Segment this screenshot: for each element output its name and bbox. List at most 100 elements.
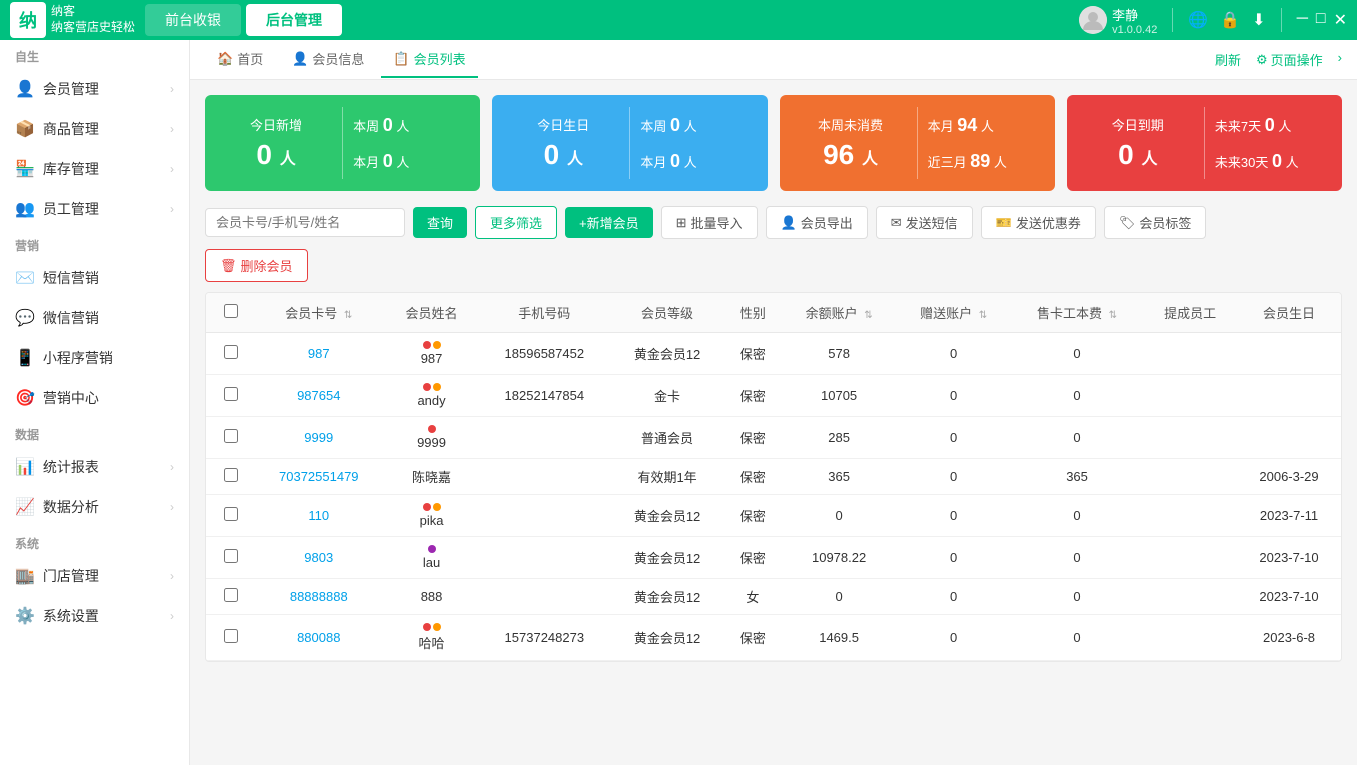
sidebar-item-analysis[interactable]: 📈 数据分析 › [0,487,189,527]
table-row: 99999999普通会员保密28500 [206,417,1341,459]
member-tag-button[interactable]: 🏷 会员标签 [1104,206,1207,239]
table-cell: 0 [896,333,1010,375]
sidebar-item-store[interactable]: 🏬 门店管理 › [0,556,189,596]
tab-member-list[interactable]: 📋 会员列表 [381,41,477,78]
red-dot [423,503,431,511]
table-cell: 0 [896,579,1010,615]
sort-icon-balance: ⇅ [864,310,872,321]
delete-member-button[interactable]: 🗑 删除会员 [205,249,308,282]
member-id[interactable]: 70372551479 [279,469,359,484]
send-sms-button[interactable]: ✉ 发送短信 [876,206,973,239]
search-input[interactable] [205,208,405,237]
sidebar-item-member[interactable]: 👤 会员管理 › [0,69,189,109]
th-member-id: 会员卡号 ⇅ [253,293,385,333]
lock-icon[interactable]: 🔒 [1220,10,1240,30]
table-cell: 保密 [724,417,782,459]
collapse-icon[interactable]: › [1338,50,1342,69]
member-name: 陈晓嘉 [412,467,451,486]
member-id[interactable]: 110 [308,508,329,523]
table-cell: 2006-3-29 [1237,459,1341,495]
table-cell: 黄金会员12 [610,495,724,537]
sidebar-item-report[interactable]: 📊 统计报表 › [0,447,189,487]
table-cell [478,417,610,459]
sidebar-label-analysis: 数据分析 [43,497,99,517]
table-cell: 0 [896,459,1010,495]
member-name-cell: 987 [393,341,471,366]
th-balance: 余额账户 ⇅ [782,293,896,333]
th-birthday: 会员生日 [1237,293,1341,333]
delete-toolbar: 🗑 删除会员 [205,249,1342,282]
table-cell: 保密 [724,495,782,537]
row-checkbox[interactable] [224,468,238,482]
more-filter-button[interactable]: 更多筛选 [475,206,557,239]
sidebar-item-miniapp[interactable]: 📱 小程序营销 [0,338,189,378]
table-cell: 0 [896,375,1010,417]
refresh-button[interactable]: 刷新 [1215,50,1241,69]
member-table-container: 会员卡号 ⇅ 会员姓名 手机号码 会员等级 性别 余额账户 ⇅ 赠送账户 ⇅ 售… [205,292,1342,662]
tab-front[interactable]: 前台收银 [145,4,241,36]
table-cell [1143,615,1237,661]
member-id[interactable]: 987654 [297,388,340,403]
select-all-checkbox[interactable] [224,304,238,318]
maximize-button[interactable]: □ [1316,10,1326,30]
minimize-button[interactable]: ─ [1297,10,1308,30]
member-id[interactable]: 880088 [297,630,340,645]
batch-import-button[interactable]: ⊞ 批量导入 [661,206,758,239]
tab-member-info[interactable]: 👤 会员信息 [280,41,376,78]
th-staff: 提成员工 [1143,293,1237,333]
member-id[interactable]: 88888888 [290,589,348,604]
query-button[interactable]: 查询 [413,207,467,238]
table-body: 98798718596587452黄金会员12保密57800987654andy… [206,333,1341,661]
user-info: 李静 v1.0.0.42 [1079,5,1157,36]
table-cell: 18596587452 [478,333,610,375]
table-row: 110pika黄金会员12保密0002023-7-11 [206,495,1341,537]
sidebar-item-settings[interactable]: ⚙️ 系统设置 › [0,596,189,636]
tab-back[interactable]: 后台管理 [246,4,342,36]
add-member-button[interactable]: +新增会员 [565,207,653,238]
section-system: 系统 [0,527,189,556]
member-export-button[interactable]: 👤 会员导出 [766,206,868,239]
chevron-right-icon2: › [170,122,174,136]
sort-icon-cardfee: ⇅ [1109,310,1117,321]
close-button[interactable]: ✕ [1334,10,1347,30]
row-checkbox[interactable] [224,588,238,602]
sidebar-label-staff: 员工管理 [43,199,99,219]
table-cell: 18252147854 [478,375,610,417]
stat-today-birthday: 今日生日 0 人 本周 0 人 本月 0 人 [492,95,767,191]
th-member-name: 会员姓名 [385,293,479,333]
chevron-right-icon4: › [170,202,174,216]
row-checkbox[interactable] [224,345,238,359]
tab-home[interactable]: 🏠 首页 [205,41,275,78]
send-coupon-button[interactable]: 🎫 发送优惠券 [981,206,1096,239]
sidebar-item-wechat[interactable]: 💬 微信营销 [0,298,189,338]
page-op-button[interactable]: ⚙ 页面操作 [1256,50,1323,69]
th-level: 会员等级 [610,293,724,333]
member-id[interactable]: 9803 [304,550,333,565]
row-checkbox[interactable] [224,629,238,643]
member-id[interactable]: 987 [308,346,330,361]
sort-icon-gift: ⇅ [979,310,987,321]
row-checkbox[interactable] [224,429,238,443]
row-checkbox[interactable] [224,507,238,521]
inventory-icon: 🏪 [15,159,35,179]
sidebar-item-product[interactable]: 📦 商品管理 › [0,109,189,149]
th-gift: 赠送账户 ⇅ [896,293,1010,333]
table-cell: 保密 [724,615,782,661]
sidebar-item-staff[interactable]: 👥 员工管理 › [0,189,189,229]
red-dot [423,383,431,391]
row-checkbox[interactable] [224,549,238,563]
table-cell: 0 [782,579,896,615]
globe-icon[interactable]: 🌐 [1188,10,1208,30]
sidebar-item-marketing-center[interactable]: 🎯 营销中心 [0,378,189,418]
table-cell: 黄金会员12 [610,615,724,661]
sidebar-item-sms[interactable]: ✉️ 短信营销 [0,258,189,298]
sidebar-item-inventory[interactable]: 🏪 库存管理 › [0,149,189,189]
sms-icon: ✉️ [15,268,35,288]
member-id[interactable]: 9999 [304,430,333,445]
download-icon[interactable]: ⬇ [1252,10,1265,30]
miniapp-icon: 📱 [15,348,35,368]
row-checkbox[interactable] [224,387,238,401]
nav-tabs: 前台收银 后台管理 [145,4,342,36]
header-icons: 🌐 🔒 ⬇ [1188,10,1265,30]
purple-dot [428,545,436,553]
